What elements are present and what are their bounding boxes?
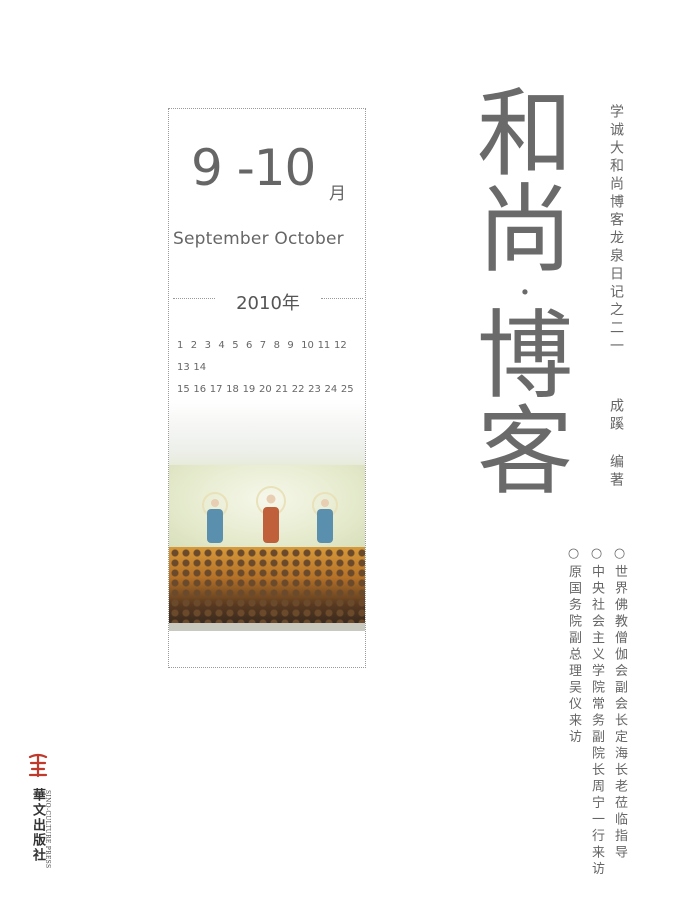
calendar-day: 10: [301, 340, 314, 351]
calendar-day: 11: [317, 340, 331, 351]
calendar-day: 15: [177, 384, 190, 395]
calendar-day: 1: [177, 340, 184, 351]
title-char: 博: [477, 300, 573, 412]
calendar-day: 6: [245, 340, 253, 351]
group-photo: [169, 399, 365, 639]
buddha-statues-illustration: [202, 486, 338, 543]
year-line: 2010年: [169, 289, 367, 314]
divider-right: [321, 298, 363, 299]
title-char: 和: [477, 78, 573, 190]
photo-stage: [169, 465, 365, 549]
calendar-day: 2: [190, 340, 198, 351]
calendar-day: 13: [177, 362, 190, 373]
visit-line: ○中央社会主义学院常务副院长周宁一行来访: [589, 546, 604, 878]
publisher-name-english: SINO-CULTURE PRESS: [44, 790, 51, 869]
calendar-day: 14: [193, 362, 207, 373]
monastics-crowd: [169, 547, 365, 623]
calendar-day: 7: [259, 340, 267, 351]
calendar-day: 16: [193, 384, 207, 395]
month-english: September October: [173, 229, 344, 249]
book-author: 成蹊 编著: [608, 398, 624, 490]
calendar-day: 4: [218, 340, 225, 351]
title-char: 尚: [477, 174, 573, 286]
calendar-day: 18: [226, 384, 239, 395]
calendar-day: 17: [209, 384, 223, 395]
book-subtitle: 学诚大和尚博客龙泉日记之二一: [608, 104, 624, 356]
month-char: 月: [329, 184, 346, 204]
calendar-day: 19: [242, 384, 256, 395]
year-label: 2010年: [236, 293, 300, 314]
calendar-day: 8: [273, 340, 280, 351]
calendar-day: 25: [340, 384, 354, 395]
calendar-day: 23: [308, 384, 321, 395]
calendar-card: 9 -10 月 September October 2010年 12345678…: [168, 108, 366, 668]
calendar-day: 12: [333, 340, 347, 351]
calendar-day: 21: [275, 384, 289, 395]
visit-line: ○世界佛教僧伽会副会长定海长老莅临指导: [612, 546, 627, 862]
title-char: 客: [477, 396, 573, 508]
month-number: 9 -10: [191, 139, 316, 197]
publisher-logo-icon: [28, 753, 48, 778]
calendar-day: 24: [324, 384, 338, 395]
calendar-day: 22: [291, 384, 305, 395]
calendar-day: 5: [232, 340, 239, 351]
calendar-day: 3: [204, 340, 211, 351]
calendar-day: 20: [258, 384, 272, 395]
calendar-day: 9: [287, 340, 294, 351]
visit-line: ○原国务院副总理吴仪来访: [566, 546, 581, 746]
book-title: 和 尚 · 博 客: [470, 86, 580, 500]
